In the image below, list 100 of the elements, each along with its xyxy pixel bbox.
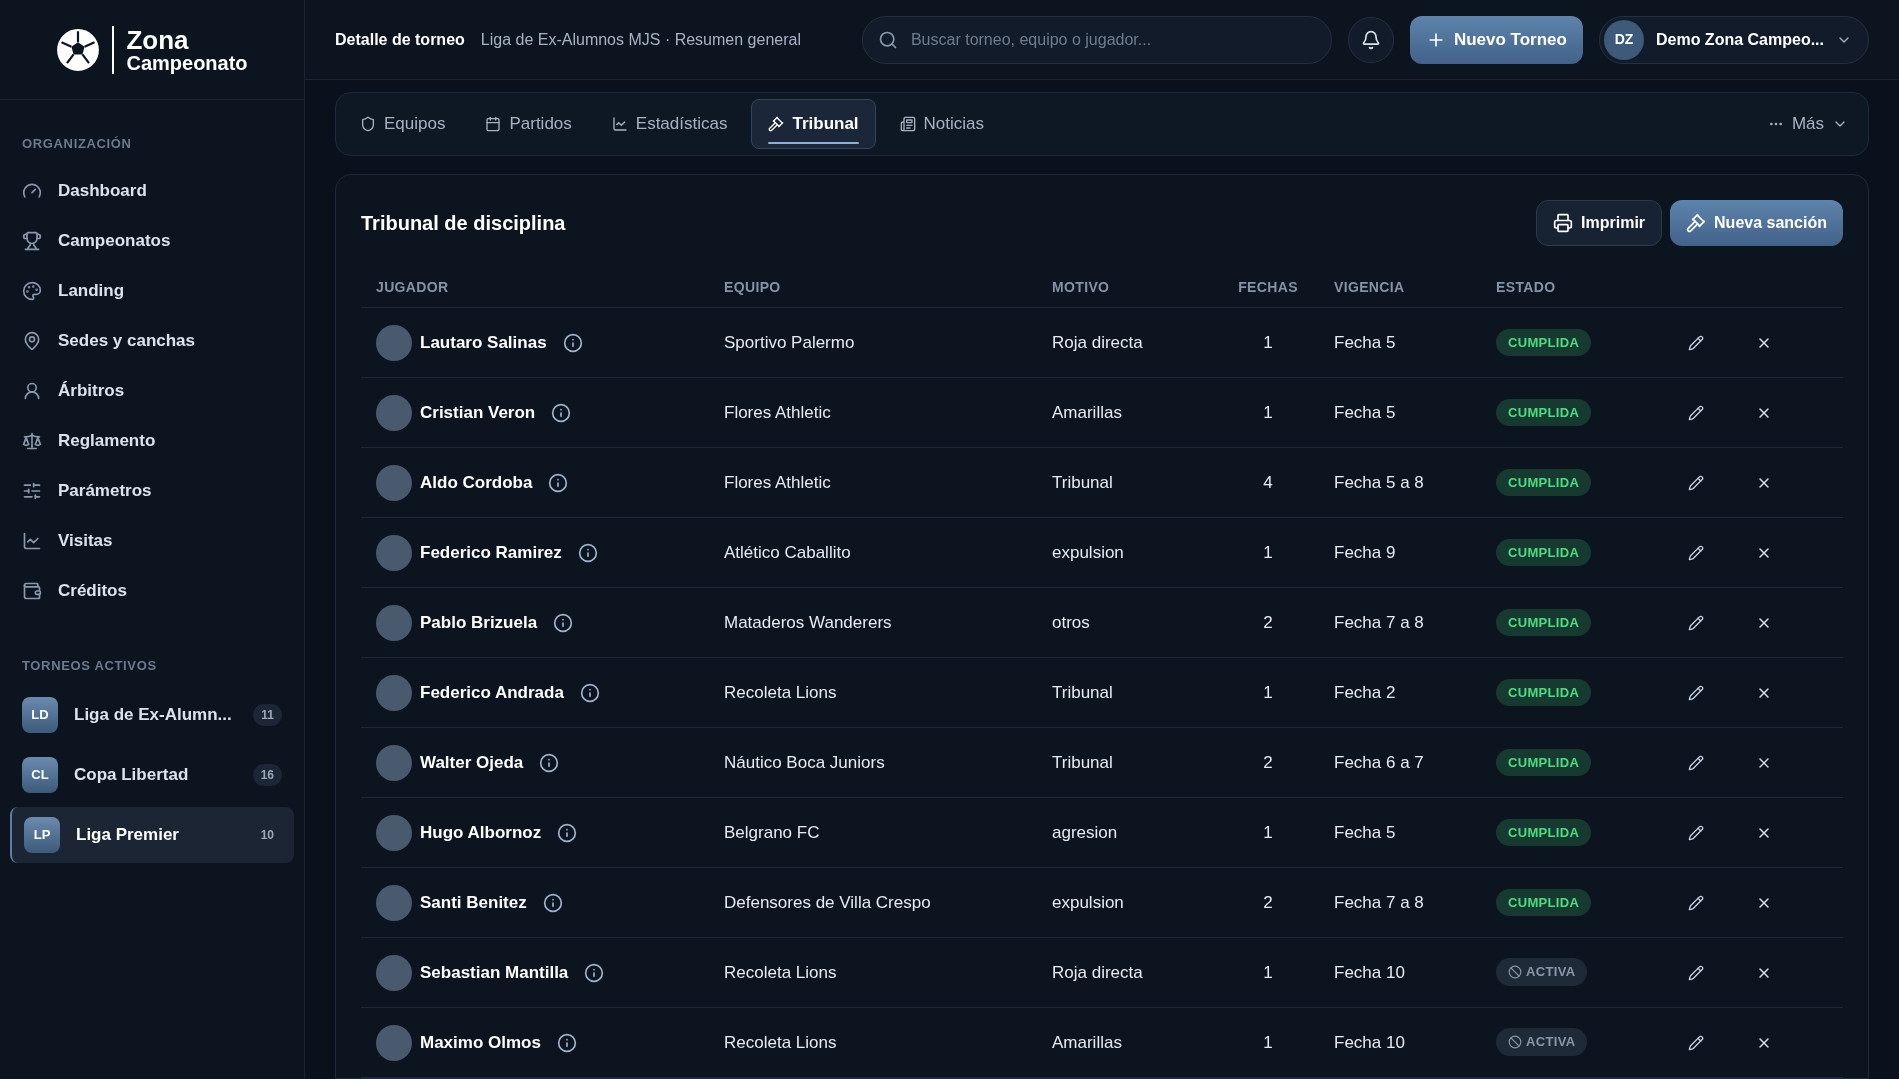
ban-icon xyxy=(1508,1035,1522,1050)
dates-cell-text: 2 xyxy=(1262,751,1274,774)
team-cell-text: Mataderos Wanderers xyxy=(724,611,893,634)
sidebar-item[interactable]: Landing xyxy=(22,265,282,316)
scale-icon xyxy=(22,430,42,451)
tournament-item[interactable]: LP Liga Premier 10 xyxy=(10,807,294,863)
status-badge: CUMPLIDA xyxy=(1496,748,1592,777)
sidebar-item[interactable]: Sedes y canchas xyxy=(22,315,282,366)
pencil-icon xyxy=(1688,894,1704,911)
validity-cell-text: Fecha 7 a 8 xyxy=(1334,611,1425,634)
more-button[interactable]: Más xyxy=(1755,111,1860,137)
line-chart-icon xyxy=(22,530,42,551)
reason-cell-text: agresion xyxy=(1052,821,1119,844)
info-icon[interactable] xyxy=(542,892,563,913)
player-avatar xyxy=(376,954,412,991)
team-cell-text: Recoleta Lions xyxy=(724,681,838,704)
sidebar-item[interactable]: Reglamento xyxy=(22,415,282,466)
column-header: JUGADOR xyxy=(376,278,450,297)
info-icon[interactable] xyxy=(551,402,572,423)
status-badge: CUMPLIDA xyxy=(1496,818,1592,847)
reason-cell-text: Tribunal xyxy=(1052,681,1114,704)
validity-cell-text: Fecha 5 xyxy=(1334,331,1397,354)
player-name: Sebastian Mantilla xyxy=(420,961,569,984)
search-field[interactable]: Buscar torneo, equipo o jugador... xyxy=(861,15,1332,64)
column-header: FECHAS xyxy=(1237,278,1299,297)
tab[interactable]: Partidos xyxy=(469,99,588,149)
tab[interactable]: Tribunal xyxy=(751,99,876,149)
player-avatar xyxy=(376,1024,412,1061)
sidebar-item[interactable]: Campeonatos xyxy=(22,215,282,266)
validity-cell-text: Fecha 5 xyxy=(1334,401,1397,424)
info-icon[interactable] xyxy=(557,822,578,843)
tournament-avatar: LD xyxy=(22,697,58,733)
dates-cell-text: 1 xyxy=(1262,331,1274,354)
trophy-icon xyxy=(22,230,42,251)
pin-icon xyxy=(22,330,42,351)
user-menu[interactable]: DZ Demo Zona Campeo... xyxy=(1598,15,1869,64)
sidebar-item[interactable]: Visitas xyxy=(22,515,282,566)
tab[interactable]: Noticias xyxy=(883,99,1001,149)
info-icon[interactable] xyxy=(553,612,574,633)
tournament-name: Liga de Ex-Alumn... xyxy=(74,704,233,727)
reason-cell-text: Amarillas xyxy=(1052,1031,1123,1054)
print-button[interactable]: Imprimir xyxy=(1536,200,1663,246)
new-tournament-button[interactable]: Nuevo Torneo xyxy=(1409,15,1583,64)
dates-cell-text: 4 xyxy=(1262,471,1274,494)
pencil-icon xyxy=(1688,614,1704,631)
info-icon[interactable] xyxy=(562,332,583,353)
validity-cell-text: Fecha 6 a 7 xyxy=(1334,751,1425,774)
sidebar-item[interactable]: Árbitros xyxy=(22,365,282,416)
info-icon[interactable] xyxy=(556,1032,577,1053)
team-cell-text: Belgrano FC xyxy=(724,821,821,844)
pencil-icon xyxy=(1688,334,1704,351)
tournament-name: Liga Premier xyxy=(76,824,180,847)
sidebar-item[interactable]: Parámetros xyxy=(22,465,282,516)
pencil-icon xyxy=(1688,754,1704,771)
tournament-item[interactable]: LD Liga de Ex-Alumn... 11 xyxy=(10,687,294,743)
team-cell-text: Sportivo Palermo xyxy=(724,331,856,354)
dates-cell-text: 1 xyxy=(1262,961,1274,984)
player-avatar xyxy=(376,814,412,851)
player-name: Hugo Albornoz xyxy=(420,821,542,844)
sidebar-item[interactable]: Créditos xyxy=(22,565,282,616)
player-avatar xyxy=(376,674,412,711)
info-icon[interactable] xyxy=(577,542,598,563)
player-avatar xyxy=(376,604,412,641)
info-icon[interactable] xyxy=(579,682,600,703)
info-icon[interactable] xyxy=(584,962,605,983)
tournament-avatar: CL xyxy=(22,757,58,793)
new-sanction-button[interactable]: Nueva sanción xyxy=(1670,200,1843,246)
pencil-icon xyxy=(1688,964,1704,981)
player-name: Walter Ojeda xyxy=(420,751,524,774)
team-cell-text: Atlético Caballito xyxy=(724,541,852,564)
dates-cell-text: 1 xyxy=(1262,681,1274,704)
pencil-icon xyxy=(1688,404,1704,421)
validity-cell-text: Fecha 7 a 8 xyxy=(1334,891,1425,914)
info-icon[interactable] xyxy=(539,752,560,773)
reason-cell-text: Roja directa xyxy=(1052,331,1144,354)
player-name: Lautaro Salinas xyxy=(420,331,547,354)
sidebar-item[interactable]: Dashboard xyxy=(22,165,282,216)
info-icon[interactable] xyxy=(548,472,569,493)
player-name: Federico Andrada xyxy=(420,681,564,704)
reason-cell-text: otros xyxy=(1052,611,1091,634)
tab[interactable]: Equipos xyxy=(344,99,462,149)
column-header: MOTIVO xyxy=(1052,278,1111,297)
dates-cell-text: 1 xyxy=(1262,821,1274,844)
player-name: Aldo Cordoba xyxy=(420,471,533,494)
sliders-icon xyxy=(22,480,42,501)
player-name: Cristian Veron xyxy=(420,401,536,424)
status-badge: ACTIVA xyxy=(1496,958,1588,986)
line-chart-icon xyxy=(611,116,628,132)
tab[interactable]: Estadísticas xyxy=(595,99,744,149)
player-avatar xyxy=(376,534,412,571)
validity-cell-text: Fecha 2 xyxy=(1334,681,1397,704)
reason-cell-text: Amarillas xyxy=(1052,401,1123,424)
column-header: ESTADO xyxy=(1496,278,1557,297)
soccer-ball-icon xyxy=(56,27,101,72)
tournament-item[interactable]: CL Copa Libertad 16 xyxy=(10,747,294,803)
dates-cell-text: 1 xyxy=(1262,541,1274,564)
pencil-icon xyxy=(1688,474,1704,491)
status-badge: CUMPLIDA xyxy=(1496,468,1592,497)
player-name: Santi Benitez xyxy=(420,891,527,914)
status-badge: CUMPLIDA xyxy=(1496,608,1592,637)
